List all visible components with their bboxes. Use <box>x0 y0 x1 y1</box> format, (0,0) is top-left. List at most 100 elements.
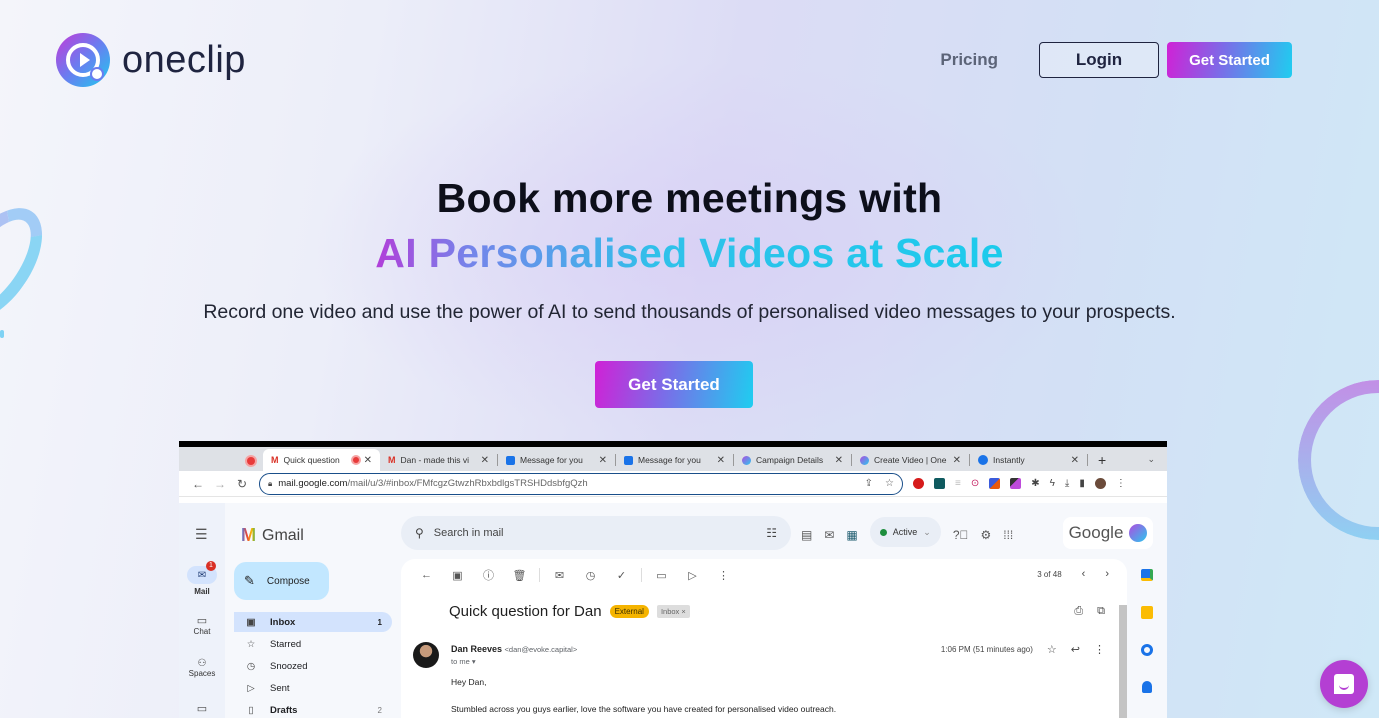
google-account-button[interactable]: Google <box>1063 517 1153 549</box>
tab-label: Campaign Details <box>756 455 824 465</box>
search-input[interactable]: ⚲ Search in mail ☷ <box>401 516 791 550</box>
puzzle-icon[interactable]: ✱ <box>1031 478 1039 489</box>
archive-icon[interactable]: ▣ <box>442 569 473 582</box>
sidebar-icon[interactable]: ▮ <box>1079 478 1085 489</box>
login-button[interactable]: Login <box>1039 42 1159 78</box>
gear-icon[interactable]: ⚙ <box>981 528 992 542</box>
profile-avatar[interactable] <box>1094 478 1106 489</box>
chevron-right-icon[interactable]: › <box>1105 568 1109 580</box>
opera-extension-icon[interactable] <box>913 478 924 489</box>
close-icon[interactable]: ✕ <box>953 455 961 466</box>
back-arrow-icon[interactable]: ← <box>411 569 442 581</box>
pricing-link[interactable]: Pricing <box>940 50 998 70</box>
chevron-left-icon[interactable]: ‹ <box>1082 568 1086 580</box>
rail-mail[interactable]: ✉ 1 Mail <box>179 561 225 596</box>
document-icon[interactable]: ▤ <box>801 528 812 542</box>
new-tab-icon[interactable]: + <box>1098 452 1106 468</box>
snooze-icon[interactable]: ◷ <box>575 569 606 582</box>
play-extension-icon[interactable]: ⊙ <box>971 478 979 489</box>
reload-icon[interactable]: ↻ <box>231 477 253 491</box>
rail-spaces[interactable]: ⚇ Spaces <box>179 658 225 678</box>
label-inbox[interactable]: Inbox × <box>656 605 690 618</box>
close-icon[interactable]: ✕ <box>599 455 607 466</box>
more-vert-icon[interactable]: ⋮ <box>1094 643 1105 656</box>
forward-arrow-icon[interactable]: → <box>209 477 231 491</box>
star-icon[interactable]: ☆ <box>1047 643 1057 656</box>
browser-tab[interactable]: Instantly ✕ <box>970 449 1087 471</box>
hero-subtitle-text: AI Personalised Videos at Scale <box>375 230 1004 276</box>
folder-snoozed[interactable]: ◷ Snoozed <box>234 656 392 676</box>
open-new-window-icon[interactable]: ⧉ <box>1097 605 1105 618</box>
stack-extension-icon[interactable]: ≡ <box>955 478 961 489</box>
label-icon[interactable]: ▷ <box>677 569 708 582</box>
close-icon[interactable]: ✕ <box>835 455 843 466</box>
chat-widget-button[interactable] <box>1320 660 1368 708</box>
add-task-icon[interactable]: ✓ <box>606 569 637 582</box>
help-icon[interactable]: ?⃝ <box>953 528 969 542</box>
close-icon[interactable]: ✕ <box>481 455 489 466</box>
gmail-logo[interactable]: M Gmail <box>241 525 304 546</box>
browser-tab[interactable]: M Dan - made this vi ✕ <box>380 449 497 471</box>
folder-starred[interactable]: ☆ Starred <box>234 634 392 654</box>
b-extension-icon[interactable] <box>934 478 945 489</box>
reply-icon[interactable]: ↩ <box>1071 643 1080 656</box>
recipient-dropdown[interactable]: to me ▾ <box>451 657 476 666</box>
video-camera-icon: ▭ <box>196 703 208 715</box>
folder-drafts[interactable]: ▯ Drafts 2 <box>234 700 392 718</box>
chevron-down-icon[interactable]: ⌄ <box>1147 454 1155 465</box>
keep-icon[interactable] <box>1141 606 1153 619</box>
delete-icon[interactable]: 🗑︎ <box>504 569 535 582</box>
color-extension-icon[interactable] <box>989 478 1001 489</box>
logo[interactable]: oneclip <box>56 33 246 87</box>
print-icon[interactable]: ⎙ <box>1074 605 1083 618</box>
pager-text: 3 of 48 <box>1037 569 1062 579</box>
oneclip-icon <box>860 455 869 465</box>
more-vert-icon[interactable]: ⋮ <box>708 569 739 582</box>
tasks-icon[interactable] <box>1141 644 1153 656</box>
mark-unread-icon[interactable]: ✉ <box>544 569 575 582</box>
email-body: Stumbled across you guys earlier, love t… <box>451 704 837 714</box>
get-started-hero-button[interactable]: Get Started <box>595 361 753 408</box>
rail-chat[interactable]: ▭ Chat <box>179 614 225 636</box>
pen-extension-icon[interactable] <box>1010 478 1022 489</box>
url-input[interactable]: 🔒︎ mail.google.com/mail/u/3/#inbox/FMfcg… <box>259 472 903 495</box>
mail-extension-icon[interactable]: ✉ <box>824 528 834 542</box>
contacts-icon[interactable] <box>1142 681 1152 693</box>
email-greeting: Hey Dan, <box>451 677 487 687</box>
share-icon[interactable]: ⇪ <box>865 478 873 489</box>
calendar-icon[interactable] <box>1141 569 1153 581</box>
close-icon[interactable]: ✕ <box>1071 455 1079 466</box>
star-icon[interactable]: ☆ <box>885 478 894 489</box>
video-icon <box>624 455 633 465</box>
more-vert-icon[interactable]: ⋮ <box>1116 478 1126 489</box>
close-icon[interactable]: ✕ <box>717 455 725 466</box>
folder-label: Drafts <box>270 704 298 716</box>
folder-inbox[interactable]: ▣ Inbox 1 <box>234 612 392 632</box>
browser-tab[interactable]: Create Video | One ✕ <box>852 449 969 471</box>
rail-label: Spaces <box>188 669 216 678</box>
lightning-icon[interactable]: ϟ <box>1050 478 1055 489</box>
get-started-header-button[interactable]: Get Started <box>1167 42 1292 78</box>
download-icon[interactable]: ⤓ <box>1065 478 1069 489</box>
filter-options-icon[interactable]: ☷ <box>766 526 777 540</box>
tab-label: Instantly <box>993 455 1025 465</box>
rail-meet[interactable]: ▭ <box>179 702 225 715</box>
browser-tab[interactable]: Campaign Details ✕ <box>734 449 851 471</box>
move-to-icon[interactable]: ▭ <box>646 569 677 582</box>
status-dropdown[interactable]: Active ⌄ <box>869 517 941 547</box>
browser-tab[interactable]: M Quick question ✕ <box>263 449 380 471</box>
folder-label: Snoozed <box>270 660 308 672</box>
scrollbar[interactable] <box>1119 605 1127 718</box>
layout-icon[interactable]: ▦ <box>846 528 857 542</box>
close-icon[interactable]: ✕ <box>364 455 372 466</box>
compose-button[interactable]: ✎ Compose <box>234 562 329 600</box>
unread-badge: 1 <box>206 561 216 571</box>
browser-tab[interactable]: Message for you ✕ <box>498 449 615 471</box>
menu-icon[interactable]: ☰ <box>195 526 208 543</box>
report-spam-icon[interactable]: ⓘ <box>473 567 504 583</box>
folder-sent[interactable]: ▷ Sent <box>234 678 392 698</box>
back-arrow-icon[interactable]: ← <box>187 477 209 491</box>
apps-grid-icon[interactable]: ⁞⁞⁞ <box>1003 528 1013 542</box>
browser-tab[interactable]: Message for you ✕ <box>616 449 733 471</box>
tab-label: Dan - made this vi <box>400 455 470 465</box>
